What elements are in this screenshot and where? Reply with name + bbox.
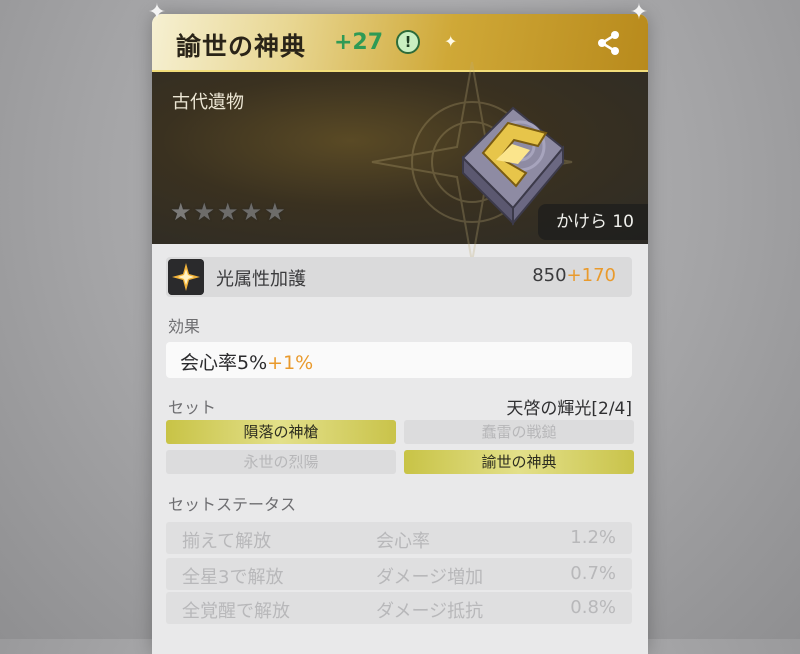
relic-banner: 古代遺物 ★★★★★ かけら 10 (152, 61, 648, 263)
effect-box: 会心率5%+1% (166, 342, 632, 378)
status-value: 0.7% (570, 563, 616, 584)
main-stat-row: 光属性加護 850+170 (166, 257, 632, 297)
set-piece-3[interactable]: 永世の烈陽 (166, 450, 396, 474)
relic-detail-card: 諭世の神典 +27 ! ✦ 古代遺物 ★★★★★ かけら 10 光属性加護 85… (152, 14, 648, 654)
status-condition: 全星3で解放 (182, 567, 284, 588)
info-icon[interactable]: ! (396, 30, 420, 54)
set-piece-2[interactable]: 蠢雷の戦鎚 (404, 420, 634, 444)
main-stat-name: 光属性加護 (216, 269, 306, 290)
corner-ornament-left-icon: ✦ (147, 0, 167, 25)
corner-ornament-right-icon: ✦ (629, 0, 649, 25)
set-section-label: セット (168, 398, 217, 417)
status-stat: 会心率 (376, 531, 430, 552)
sparkle-icon: ✦ (444, 32, 458, 51)
status-stat: ダメージ増加 (376, 567, 484, 588)
status-condition: 揃えて解放 (182, 531, 272, 552)
star-icon: ★ (264, 198, 286, 226)
main-stat-base: 850 (532, 265, 567, 286)
set-status-row: 全覚醒で解放 ダメージ抵抗 0.8% (166, 592, 632, 624)
set-status-row: 全星3で解放 ダメージ増加 0.7% (166, 558, 632, 590)
status-stat: ダメージ抵抗 (376, 601, 484, 622)
status-value: 1.2% (570, 527, 616, 548)
star-rating: ★★★★★ (170, 198, 288, 226)
star-icon: ★ (170, 198, 192, 226)
set-name: 天啓の輝光[2/4] (506, 399, 632, 419)
effect-value: 会心率5% (180, 352, 268, 374)
main-stat-value: 850+170 (532, 265, 616, 286)
effect-text: 会心率5%+1% (180, 348, 313, 375)
set-piece-1[interactable]: 隕落の神槍 (166, 420, 396, 444)
main-stat-bonus: +170 (566, 265, 616, 286)
star-icon: ★ (240, 198, 263, 226)
set-status-row: 揃えて解放 会心率 1.2% (166, 522, 632, 554)
set-piece-4[interactable]: 諭世の神典 (404, 450, 634, 474)
effect-section-label: 効果 (168, 317, 201, 336)
fragment-count: かけら 10 (537, 204, 648, 240)
relic-category: 古代遺物 (172, 92, 244, 113)
set-status-section-label: セットステータス (168, 495, 297, 514)
status-value: 0.8% (570, 597, 616, 618)
light-element-icon (168, 259, 204, 295)
relic-name: 諭世の神典 (176, 32, 307, 61)
status-condition: 全覚醒で解放 (182, 601, 290, 622)
star-icon: ★ (193, 198, 216, 226)
effect-bonus: +1% (267, 352, 314, 374)
star-icon: ★ (217, 198, 239, 226)
